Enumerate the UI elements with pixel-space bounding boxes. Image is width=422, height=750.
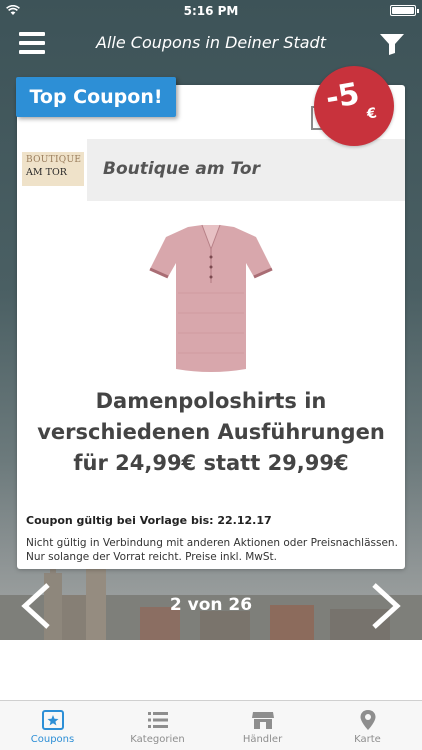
top-coupon-badge: Top Coupon! [16, 77, 176, 117]
tab-karte[interactable]: Karte [315, 701, 420, 750]
status-bar: 5:16 PM [0, 0, 422, 22]
headline-line: Damenpoloshirts in [95, 389, 327, 413]
tab-label: Coupons [30, 734, 75, 745]
menu-button[interactable] [19, 32, 45, 54]
tab-label: Kategorien [130, 734, 185, 745]
merchant-name: Boutique am Tor [103, 159, 260, 179]
discount-badge: -5 € [314, 66, 394, 146]
tab-label: Karte [354, 734, 381, 745]
coupon-headline: Damenpoloshirts in verschiedenen Ausführ… [17, 386, 405, 479]
menu-line-icon [19, 50, 45, 54]
coupon-conditions: Nicht gültig in Verbindung mit anderen A… [26, 537, 398, 563]
discount-value: -5 [323, 76, 363, 117]
product-image [149, 224, 273, 372]
merchant-logo-line1: BOUTIQUE [26, 155, 82, 165]
coupon-star-icon [41, 710, 64, 730]
menu-line-icon [19, 41, 45, 45]
list-icon [147, 712, 168, 728]
filter-icon[interactable] [379, 32, 405, 56]
store-icon [251, 712, 274, 729]
map-pin-icon [360, 710, 375, 730]
coupon-validity: Coupon gültig bei Vorlage bis: 22.12.17 [26, 514, 272, 527]
status-time: 5:16 PM [183, 4, 239, 18]
coupon-card[interactable]: Boutique am Tor BOUTIQUE AM TOR Damenpol… [17, 85, 405, 569]
discount-currency: € [365, 105, 379, 123]
tab-label: Händler [242, 734, 283, 745]
app-header: Alle Coupons in Deiner Stadt [0, 22, 422, 66]
tab-kategorien[interactable]: Kategorien [105, 701, 210, 750]
pager-label: 2 von 26 [169, 595, 253, 615]
headline-line: für 24,99€ statt 29,99€ [73, 451, 349, 475]
tab-bar: Coupons Kategorien Händler Karte [0, 700, 422, 750]
headline-line: verschiedenen Ausführungen [37, 420, 385, 444]
merchant-logo-line2: AM TOR [26, 167, 67, 178]
battery-icon [390, 5, 419, 16]
tab-coupons[interactable]: Coupons [0, 701, 105, 750]
next-arrow-icon[interactable] [370, 582, 402, 630]
page-title: Alle Coupons in Deiner Stadt [96, 33, 326, 52]
merchant-bar[interactable]: Boutique am Tor [87, 139, 405, 201]
menu-line-icon [19, 32, 45, 36]
tab-haendler[interactable]: Händler [210, 701, 315, 750]
merchant-logo: BOUTIQUE AM TOR [22, 152, 84, 186]
